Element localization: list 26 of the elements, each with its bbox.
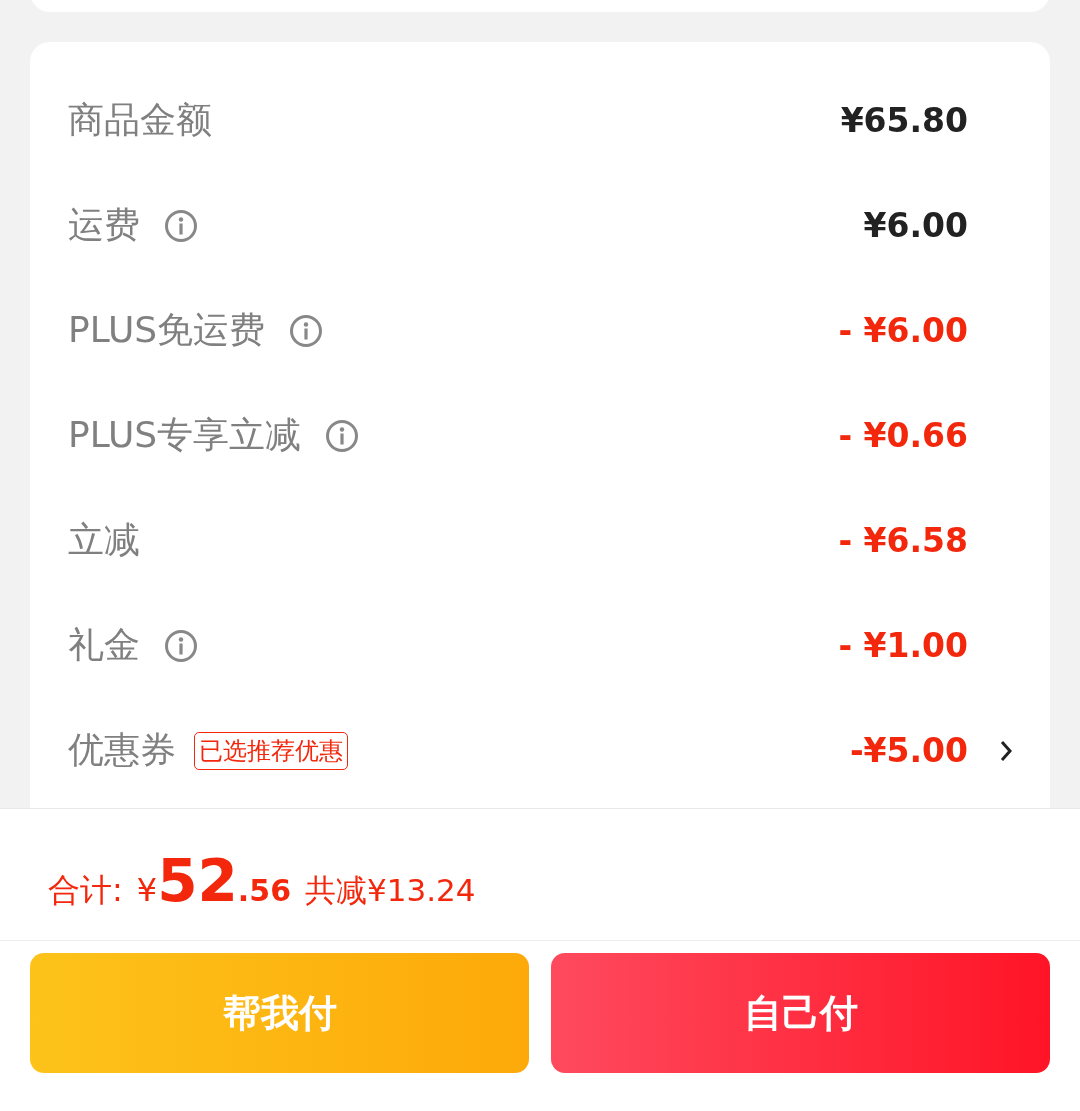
pay-button[interactable]: 自己付	[551, 953, 1050, 1073]
amount-value: - ¥6.00	[838, 311, 968, 350]
fee-label: PLUS专享立减	[68, 413, 302, 457]
currency-symbol: ¥	[136, 871, 158, 909]
amount-value: ¥65.80	[840, 101, 968, 140]
amount-value: -¥5.00	[849, 731, 968, 770]
amount-value: - ¥0.66	[838, 416, 968, 455]
fee-label: PLUS免运费	[68, 308, 266, 352]
total-label: 合计:	[48, 870, 123, 911]
amount-value: ¥6.00	[863, 206, 968, 245]
info-icon[interactable]	[164, 208, 198, 243]
amount-value: - ¥6.58	[838, 521, 968, 560]
info-icon[interactable]	[164, 628, 198, 663]
total-decimal: .56	[237, 873, 291, 908]
fee-label: 礼金	[68, 623, 140, 667]
info-icon[interactable]	[325, 418, 360, 453]
info-icon[interactable]	[289, 313, 324, 348]
amount-value: - ¥1.00	[838, 626, 968, 665]
fee-label: 立减	[68, 518, 140, 562]
savings-text: 共减¥13.24	[305, 871, 476, 910]
total-integer: 52	[157, 847, 238, 915]
coupon-tag: 已选推荐优惠	[194, 731, 348, 770]
chevron-icon[interactable]	[1000, 739, 1012, 762]
fee-label: 运费	[68, 203, 140, 247]
fee-label: 优惠券	[68, 728, 176, 772]
fee-label: 商品金额	[68, 98, 212, 142]
